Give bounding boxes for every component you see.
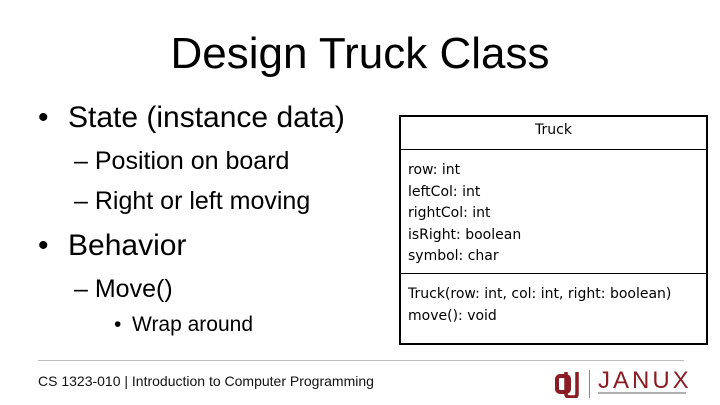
bullet-marker: • <box>114 313 122 336</box>
bullet-list: • State (instance data) – Position on boa… <box>0 0 395 360</box>
uml-attributes: row: int leftCol: int rightCol: int isRi… <box>401 150 706 274</box>
ou-logo-icon <box>555 372 579 398</box>
bullet-text: Position on board <box>94 147 290 175</box>
bullet-position: – Position on board <box>74 146 289 176</box>
footer-divider <box>38 360 684 361</box>
bullet-text: Behavior <box>68 229 187 262</box>
uml-attribute: rightCol: int <box>408 205 491 221</box>
bullet-behavior: • Behavior <box>38 228 186 264</box>
uml-class-name: Truck <box>401 117 706 150</box>
bullet-move: – Move() <box>74 274 173 304</box>
bullet-text: Wrap around <box>132 313 254 336</box>
uml-operation: Truck(row: int, col: int, right: boolean… <box>408 286 672 302</box>
bullet-marker: – <box>74 147 88 175</box>
uml-operations: Truck(row: int, col: int, right: boolean… <box>401 274 706 327</box>
bullet-wrap-around: • Wrap around <box>114 312 253 338</box>
bullet-direction: – Right or left moving <box>74 186 310 216</box>
janux-logo: JANUX <box>598 367 692 394</box>
bullet-marker: – <box>74 187 88 215</box>
bullet-marker: • <box>38 229 49 262</box>
bullet-text: Right or left moving <box>94 187 311 215</box>
logo-separator <box>589 370 590 398</box>
bullet-marker: • <box>38 101 49 134</box>
uml-operation: move(): void <box>408 307 497 324</box>
uml-attribute: leftCol: int <box>408 183 481 200</box>
uml-attribute: isRight: boolean <box>408 226 522 243</box>
bullet-text: State (instance data) <box>68 101 345 134</box>
logo-tagline-bar <box>598 392 686 394</box>
course-footer: CS 1323-010 | Introduction to Computer P… <box>38 373 374 389</box>
bullet-marker: – <box>74 275 88 303</box>
bullet-state: • State (instance data) <box>38 100 345 136</box>
bullet-text: Move() <box>94 275 173 303</box>
uml-class-diagram: Truck row: int leftCol: int rightCol: in… <box>399 115 708 345</box>
uml-attribute: row: int <box>408 162 461 178</box>
uml-attribute: symbol: char <box>408 248 499 264</box>
